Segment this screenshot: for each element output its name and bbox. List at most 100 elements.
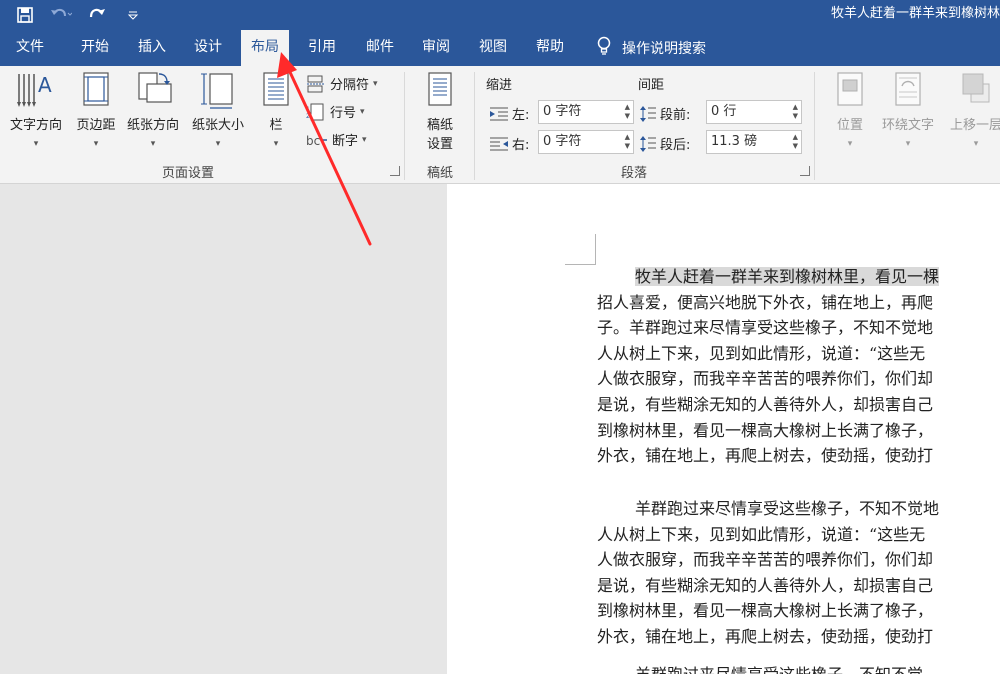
text-line: 人从树上下来，见到如此情形，说道：“这些无 <box>597 343 926 363</box>
text-line: 子。羊群跑过来尽情享受这些橡子，不知不觉地 <box>597 318 934 338</box>
chevron-down-icon: ▾ <box>215 139 221 149</box>
margins-icon <box>83 72 109 106</box>
orientation-button[interactable]: 纸张方向 ▾ <box>122 70 184 149</box>
orientation-icon <box>138 72 172 103</box>
title-bar: 牧羊人赶着一群羊来到橡树林 <box>0 0 1000 30</box>
spinner-arrows-icon[interactable]: ▲ ▼ <box>625 103 630 121</box>
document-title: 牧羊人赶着一群羊来到橡树林 <box>830 6 1000 21</box>
spacing-before-input[interactable]: 0 行 ▲ ▼ <box>706 100 802 124</box>
columns-button[interactable]: 栏 ▾ <box>258 70 294 149</box>
text-line: 羊群跑过来尽情享受这些橡子，不知不觉 <box>597 662 1000 674</box>
text-line: 是说，有些糊涂无知的人善待外人，却损害自己 <box>597 575 934 595</box>
tab-insert[interactable]: 插入 <box>130 30 174 66</box>
indent-left-label: 左: <box>490 104 529 123</box>
indent-right-label: 右: <box>490 134 529 153</box>
spinner-arrows-icon[interactable]: ▲ ▼ <box>793 103 798 121</box>
draft-paper-icon <box>428 72 452 106</box>
hyphenation-icon: bc <box>306 134 327 148</box>
chevron-down-icon: ▾ <box>33 139 39 149</box>
paragraph-dialog-launcher[interactable] <box>800 166 810 176</box>
group-divider <box>474 72 475 180</box>
tab-design[interactable]: 设计 <box>186 30 230 66</box>
tab-references[interactable]: 引用 <box>300 30 344 66</box>
text-line: 人从树上下来，见到如此情形，说道：“这些无 <box>597 524 926 544</box>
chevron-down-icon: ▾ <box>973 139 979 149</box>
customize-toolbar-icon[interactable] <box>122 4 144 26</box>
position-icon <box>837 72 863 106</box>
text-line: 到橡树林里，看见一棵高大橡树上长满了橡子， <box>597 601 934 621</box>
svg-text:1: 1 <box>306 106 310 113</box>
tell-me-label: 操作说明搜索 <box>622 41 706 57</box>
indent-right-input[interactable]: 0 字符 ▲ ▼ <box>538 130 634 154</box>
text-line: 到橡树林里，看见一棵高大橡树上长满了橡子， <box>597 420 934 440</box>
text-line: 人做衣服穿，而我辛辛苦苦的喂养你们，你们却 <box>597 550 934 570</box>
chevron-down-icon: ▾ <box>150 139 156 149</box>
svg-text:bc: bc <box>306 134 320 148</box>
ribbon-layout: A 文字方向 ▾ 页边距 ▾ 纸张方向 ▾ 纸张大小 ▾ 栏 ▾ 分隔符 ▾ 1… <box>0 66 1000 184</box>
line-numbers-icon: 12 <box>306 103 324 120</box>
spacing-after-input[interactable]: 11.3 磅 ▲ ▼ <box>706 130 802 154</box>
tab-help[interactable]: 帮助 <box>528 30 572 66</box>
spacing-after-icon <box>640 135 656 152</box>
text-line: 外衣，铺在地上，再爬上树去，使劲摇，使劲打 <box>597 446 934 466</box>
paragraph-3[interactable]: 羊群跑过来尽情享受这些橡子，不知不觉 <box>597 662 1000 674</box>
breaks-button[interactable]: 分隔符 ▾ <box>306 74 378 93</box>
paper-size-icon <box>201 73 233 109</box>
bring-forward-icon <box>962 73 990 103</box>
wrap-text-button[interactable]: 环绕文字 ▾ <box>876 70 940 149</box>
document-page[interactable]: 牧羊人赶着一群羊来到橡树林里，看见一棵 招人喜爱，便高兴地脱下外衣，铺在地上，再… <box>447 184 1000 674</box>
tab-view[interactable]: 视图 <box>471 30 515 66</box>
document-area[interactable]: 牧羊人赶着一群羊来到橡树林里，看见一棵 招人喜爱，便高兴地脱下外衣，铺在地上，再… <box>0 184 1000 674</box>
spacing-title: 间距 <box>638 78 665 93</box>
tab-review[interactable]: 审阅 <box>414 30 458 66</box>
ribbon-tab-bar: 文件 开始 插入 设计 布局 引用 邮件 审阅 视图 帮助 操作说明搜索 <box>0 30 1000 66</box>
group-label-page-setup: 页面设置 <box>161 166 214 181</box>
text-direction-button[interactable]: A 文字方向 ▾ <box>6 70 66 149</box>
group-divider <box>814 72 815 180</box>
margins-button[interactable]: 页边距 ▾ <box>70 70 122 149</box>
draft-settings-button[interactable]: 稿纸 设置 <box>415 70 465 152</box>
lightbulb-icon <box>596 36 612 60</box>
tab-layout[interactable]: 布局 <box>241 30 289 66</box>
text-line: 外衣，铺在地上，再爬上树去，使劲摇，使劲打 <box>597 626 934 646</box>
indent-left-icon <box>490 107 508 120</box>
text-line: 牧羊人赶着一群羊来到橡树林里，看见一棵 <box>635 267 940 286</box>
position-button[interactable]: 位置 ▾ <box>828 70 872 149</box>
page-setup-dialog-launcher[interactable] <box>390 166 400 176</box>
undo-icon[interactable] <box>50 4 72 26</box>
tell-me-search[interactable]: 操作说明搜索 <box>596 30 706 66</box>
tab-home[interactable]: 开始 <box>73 30 117 66</box>
paragraph-1[interactable]: 牧羊人赶着一群羊来到橡树林里，看见一棵 招人喜爱，便高兴地脱下外衣，铺在地上，再… <box>597 264 1000 469</box>
group-label-paragraph: 段落 <box>620 166 647 181</box>
chevron-down-icon: ▾ <box>905 139 911 149</box>
group-label-draft: 稿纸 <box>426 166 453 181</box>
spinner-arrows-icon[interactable]: ▲ ▼ <box>625 133 630 151</box>
paragraph-2[interactable]: 羊群跑过来尽情享受这些橡子，不知不觉地 人从树上下来，见到如此情形，说道：“这些… <box>597 496 1000 650</box>
text-line: 是说，有些糊涂无知的人善待外人，却损害自己 <box>597 394 934 414</box>
chevron-down-icon: ▾ <box>847 139 853 149</box>
text-line: 人做衣服穿，而我辛辛苦苦的喂养你们，你们却 <box>597 369 934 389</box>
indent-title: 缩进 <box>486 78 513 93</box>
wrap-text-icon <box>895 72 921 106</box>
hyphenation-button[interactable]: bc 断字 ▾ <box>306 130 367 150</box>
indent-right-icon <box>490 137 508 150</box>
quick-access-toolbar <box>14 0 144 30</box>
save-icon[interactable] <box>14 4 36 26</box>
text-direction-icon: A <box>17 73 52 107</box>
indent-left-input[interactable]: 0 字符 ▲ ▼ <box>538 100 634 124</box>
spinner-arrows-icon[interactable]: ▲ ▼ <box>793 133 798 151</box>
tab-file[interactable]: 文件 <box>8 30 52 66</box>
chevron-down-icon: ▾ <box>93 139 99 149</box>
spacing-before-icon <box>640 105 656 122</box>
page-break-icon <box>307 75 325 92</box>
margin-corner-mark <box>565 234 596 265</box>
tab-mailings[interactable]: 邮件 <box>358 30 402 66</box>
bring-forward-button[interactable]: 上移一层 ▾ <box>944 70 1000 149</box>
redo-icon[interactable] <box>86 4 108 26</box>
text-line: 羊群跑过来尽情享受这些橡子，不知不觉地 <box>635 499 940 518</box>
svg-text:A: A <box>38 73 52 97</box>
line-numbers-button[interactable]: 12 行号 ▾ <box>306 102 365 121</box>
columns-icon <box>263 72 289 106</box>
size-button[interactable]: 纸张大小 ▾ <box>187 70 249 149</box>
svg-text:2: 2 <box>306 113 310 120</box>
